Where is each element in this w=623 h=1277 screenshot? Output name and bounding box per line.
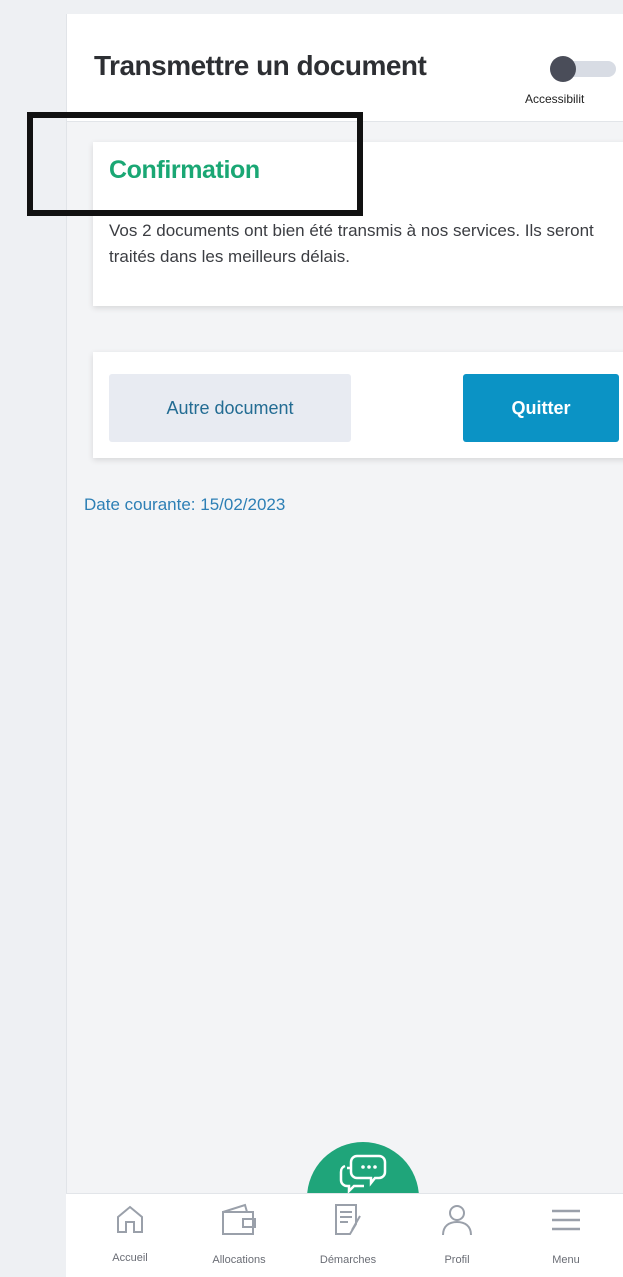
bottom-navigation: Accueil Allocations Démarches Profil Men… [66, 1193, 623, 1277]
chat-bubbles-icon [339, 1154, 387, 1195]
home-icon [117, 1205, 143, 1233]
nav-label-demarches: Démarches [319, 1254, 377, 1266]
app-header: Transmettre un document Accessibilit [67, 14, 623, 122]
confirmation-message: Vos 2 documents ont bien été transmis à … [109, 221, 594, 266]
wallet-icon [222, 1203, 256, 1235]
accessibility-label: Accessibilit [525, 92, 585, 106]
current-date: Date courante: 15/02/2023 [84, 495, 286, 514]
highlight-annotation-box [27, 112, 363, 216]
nav-label-menu: Menu [552, 1254, 580, 1266]
page-title: Transmettre un document [94, 50, 427, 81]
nav-item-profile[interactable]: Profil [407, 1202, 507, 1277]
quit-button[interactable]: Quitter [463, 374, 619, 442]
nav-item-menu[interactable]: Menu [516, 1202, 616, 1277]
actions-card: Autre document Quitter [93, 352, 623, 458]
user-icon [442, 1205, 472, 1236]
toggle-knob [550, 56, 576, 82]
nav-item-allocations[interactable]: Allocations [189, 1202, 289, 1277]
menu-icon [552, 1209, 580, 1231]
other-document-button[interactable]: Autre document [109, 374, 351, 442]
nav-label-profile: Profil [444, 1254, 470, 1266]
nav-item-demarches[interactable]: Démarches [298, 1202, 398, 1277]
accessibility-toggle[interactable] [550, 56, 616, 82]
nav-label-allocations: Allocations [212, 1254, 266, 1266]
nav-item-home[interactable]: Accueil [80, 1202, 180, 1277]
nav-label-home: Accueil [112, 1252, 148, 1264]
document-edit-icon [335, 1204, 361, 1235]
